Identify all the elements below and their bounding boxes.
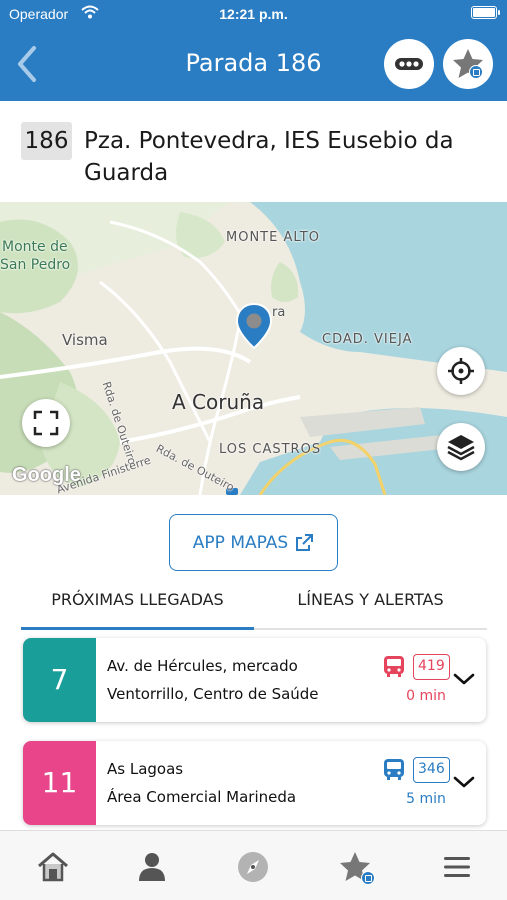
bus-icon — [384, 759, 404, 780]
map-label-los-castros: LOS CASTROS — [219, 442, 322, 457]
destination-secondary: Ventorrillo, Centro de Saúde — [107, 685, 319, 703]
fullscreen-button[interactable] — [22, 399, 70, 447]
stop-pin-icon — [235, 302, 273, 350]
map-view[interactable]: MONTE ALTO Monte de San Pedro Visma CDAD… — [0, 202, 507, 495]
star-icon — [453, 49, 483, 78]
stop-name: Pza. Pontevedra, IES Eusebio da Guarda — [84, 128, 454, 186]
vehicle-number: 346 — [413, 757, 450, 783]
external-link-icon — [296, 533, 314, 551]
tab-lines-alerts[interactable]: LÍNEAS Y ALERTAS — [254, 590, 487, 630]
battery-icon — [471, 6, 500, 19]
app-maps-button[interactable]: APP MAPAS — [169, 514, 338, 571]
stop-code: 186 — [21, 122, 72, 160]
eta-minutes: 0 min — [406, 688, 446, 704]
expand-icon — [33, 410, 59, 436]
more-dots-icon — [395, 58, 423, 70]
nav-explore[interactable] — [235, 849, 271, 885]
nav-favorites[interactable] — [337, 849, 375, 885]
bus-badge-icon — [469, 65, 483, 79]
home-icon — [38, 852, 68, 882]
map-layers-button[interactable] — [437, 423, 485, 471]
app-maps-label: APP MAPAS — [192, 532, 289, 553]
map-label-monte-de: Monte de — [2, 239, 68, 255]
status-bar: Operador 12:21 p.m. — [0, 0, 507, 28]
more-options-button[interactable] — [384, 39, 434, 89]
map-label-visma: Visma — [62, 331, 108, 349]
locate-me-button[interactable] — [437, 347, 485, 395]
menu-icon — [444, 857, 470, 877]
compass-icon — [238, 852, 268, 882]
active-tab-indicator — [21, 627, 254, 630]
nav-home[interactable] — [35, 849, 71, 885]
destination-primary: Av. de Hércules, mercado — [107, 657, 298, 675]
map-label-a-coruna: A Coruña — [172, 390, 265, 414]
arrival-card[interactable]: 11 As Lagoas Área Comercial Marineda 346… — [23, 741, 486, 825]
map-label-cdad-vieja: CDAD. VIEJA — [322, 332, 413, 347]
line-badge: 11 — [23, 741, 96, 825]
crosshair-icon — [448, 358, 474, 384]
map-label-monte-alto: MONTE ALTO — [226, 230, 320, 245]
destination-secondary: Área Comercial Marineda — [107, 788, 297, 806]
map-label-san-pedro: San Pedro — [0, 257, 71, 273]
nav-menu[interactable] — [439, 849, 475, 885]
destination-primary: As Lagoas — [107, 760, 184, 778]
add-favorite-button[interactable] — [443, 39, 493, 89]
layers-icon — [447, 435, 475, 461]
line-badge: 7 — [23, 638, 96, 722]
chevron-down-icon[interactable] — [453, 672, 475, 686]
user-icon — [139, 853, 165, 881]
bottom-nav — [0, 830, 507, 900]
nav-profile[interactable] — [134, 849, 170, 885]
eta-minutes: 5 min — [406, 791, 446, 807]
app-header: Operador 12:21 p.m. Parada 186 — [0, 0, 507, 101]
bus-badge-icon — [361, 871, 375, 885]
map-label-ra: ra — [272, 305, 286, 320]
chevron-down-icon[interactable] — [453, 775, 475, 789]
google-logo: Google — [12, 464, 81, 486]
bus-icon — [384, 656, 404, 677]
arrival-card[interactable]: 7 Av. de Hércules, mercado Ventorrillo, … — [23, 638, 486, 722]
vehicle-number: 419 — [413, 654, 450, 680]
clock: 12:21 p.m. — [219, 6, 288, 22]
tab-arrivals[interactable]: PRÓXIMAS LLEGADAS — [21, 590, 254, 630]
